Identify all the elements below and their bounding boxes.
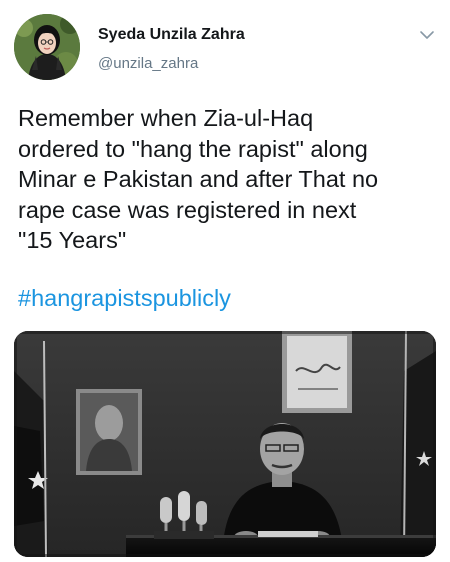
- tweet-card: Syeda Unzila Zahra @unzila_zahra Remembe…: [0, 0, 450, 562]
- tweet-text-line: rape case was registered in next: [18, 196, 357, 223]
- avatar[interactable]: [14, 14, 80, 80]
- chevron-down-icon[interactable]: [418, 26, 436, 44]
- author-name[interactable]: Syeda Unzila Zahra: [98, 25, 245, 45]
- author-handle[interactable]: @unzila_zahra: [98, 55, 198, 73]
- tweet-photo[interactable]: [14, 331, 436, 557]
- tweet-text-line: Minar e Pakistan and after That no: [18, 166, 379, 192]
- tweet-text: Remember when Zia-ul-Haq ordered to "han…: [18, 103, 438, 256]
- tweet-text-line: ordered to "hang the rapist" along: [18, 135, 368, 162]
- hashtag-link[interactable]: #hangrapistspublicly: [18, 283, 231, 313]
- photo-image: [14, 331, 436, 557]
- tweet-text-line: "15 Years": [18, 227, 127, 253]
- avatar-portrait-icon: [14, 14, 80, 80]
- tweet-text-line: Remember when Zia-ul-Haq: [18, 105, 314, 131]
